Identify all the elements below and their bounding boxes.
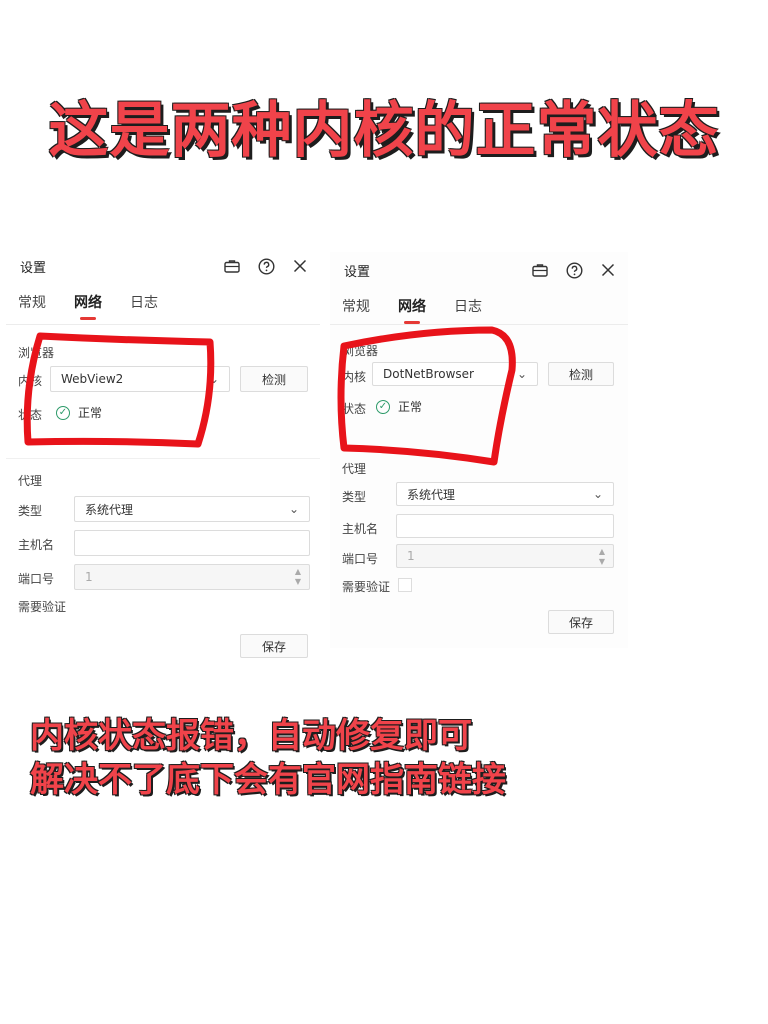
settings-panel-webview2: 设置 常规 网络 日志 浏览器 内核 WebView2 ⌄ 检测 状态 ✓ 正常…: [6, 248, 320, 668]
tab-network[interactable]: 网络: [74, 292, 102, 320]
engine-label: 内核: [18, 374, 43, 388]
auth-label: 需要验证: [342, 580, 391, 594]
caption-line-2: 解决不了底下会有官网指南链接: [30, 760, 506, 800]
chevron-down-icon: ⌄: [516, 367, 527, 381]
tab-bar: 常规 网络 日志: [342, 296, 482, 324]
host-label: 主机名: [18, 538, 55, 552]
status-indicator: ✓ 正常: [376, 398, 422, 415]
section-divider: [6, 458, 320, 459]
chevron-down-icon: ⌄: [208, 372, 219, 386]
tab-divider: [330, 324, 628, 325]
auth-label: 需要验证: [18, 600, 67, 614]
proxy-section-label: 代理: [18, 474, 43, 488]
proxy-type-value: 系统代理: [407, 487, 456, 502]
help-icon[interactable]: [256, 256, 276, 276]
host-label: 主机名: [342, 522, 379, 536]
dialog-title: 设置: [20, 261, 47, 276]
port-value: 1: [407, 549, 415, 563]
tab-bar: 常规 网络 日志: [18, 292, 158, 320]
proxy-section-label: 代理: [342, 462, 367, 476]
type-label: 类型: [342, 490, 367, 504]
tab-general[interactable]: 常规: [342, 296, 370, 324]
detect-button[interactable]: 检测: [548, 362, 614, 386]
status-value: 正常: [78, 406, 103, 420]
settings-panel-dotnetbrowser: 设置 常规 网络 日志 浏览器 内核 DotNetBrowser ⌄ 检测 状态…: [330, 252, 628, 648]
tab-general[interactable]: 常规: [18, 292, 46, 320]
host-input[interactable]: [74, 530, 310, 556]
proxy-type-value: 系统代理: [85, 502, 134, 517]
title-bar: 设置: [330, 252, 628, 288]
close-icon[interactable]: [598, 260, 618, 280]
port-label: 端口号: [18, 572, 55, 586]
engine-value: DotNetBrowser: [383, 367, 474, 381]
chevron-down-icon: ⌄: [288, 502, 299, 516]
headline: 这是两种内核的正常状态: [48, 96, 720, 166]
browser-section-label: 浏览器: [18, 346, 55, 360]
auth-checkbox[interactable]: [398, 578, 412, 592]
status-indicator: ✓ 正常: [56, 404, 102, 421]
help-icon[interactable]: [564, 260, 584, 280]
caption-line-1: 内核状态报错，自动修复即可: [30, 716, 472, 756]
engine-label: 内核: [342, 370, 367, 384]
tab-divider: [6, 324, 320, 325]
dialog-title: 设置: [344, 265, 371, 280]
tab-network[interactable]: 网络: [398, 296, 426, 324]
engine-value: WebView2: [61, 372, 124, 386]
stepper-icon[interactable]: ▲ ▼: [599, 547, 605, 567]
stepper-icon[interactable]: ▲ ▼: [295, 567, 301, 587]
save-button[interactable]: 保存: [240, 634, 308, 658]
title-bar: 设置: [6, 248, 320, 284]
tab-log[interactable]: 日志: [130, 292, 158, 320]
proxy-type-select[interactable]: 系统代理 ⌄: [396, 482, 614, 506]
save-button[interactable]: 保存: [548, 610, 614, 634]
proxy-type-select[interactable]: 系统代理 ⌄: [74, 496, 310, 522]
type-label: 类型: [18, 504, 43, 518]
port-input[interactable]: 1 ▲ ▼: [74, 564, 310, 590]
port-value: 1: [85, 570, 93, 584]
engine-select[interactable]: WebView2 ⌄: [50, 366, 230, 392]
detect-button[interactable]: 检测: [240, 366, 308, 392]
browser-section-label: 浏览器: [342, 344, 379, 358]
check-circle-icon: ✓: [56, 405, 70, 420]
status-label: 状态: [18, 408, 43, 422]
chevron-down-icon: ⌄: [592, 487, 603, 501]
tab-log[interactable]: 日志: [454, 296, 482, 324]
briefcase-icon[interactable]: [222, 256, 242, 276]
host-input[interactable]: [396, 514, 614, 538]
status-value: 正常: [398, 400, 423, 414]
engine-select[interactable]: DotNetBrowser ⌄: [372, 362, 538, 386]
close-icon[interactable]: [290, 256, 310, 276]
status-label: 状态: [342, 402, 367, 416]
port-input[interactable]: 1 ▲ ▼: [396, 544, 614, 568]
port-label: 端口号: [342, 552, 379, 566]
check-circle-icon: ✓: [376, 399, 390, 414]
briefcase-icon[interactable]: [530, 260, 550, 280]
